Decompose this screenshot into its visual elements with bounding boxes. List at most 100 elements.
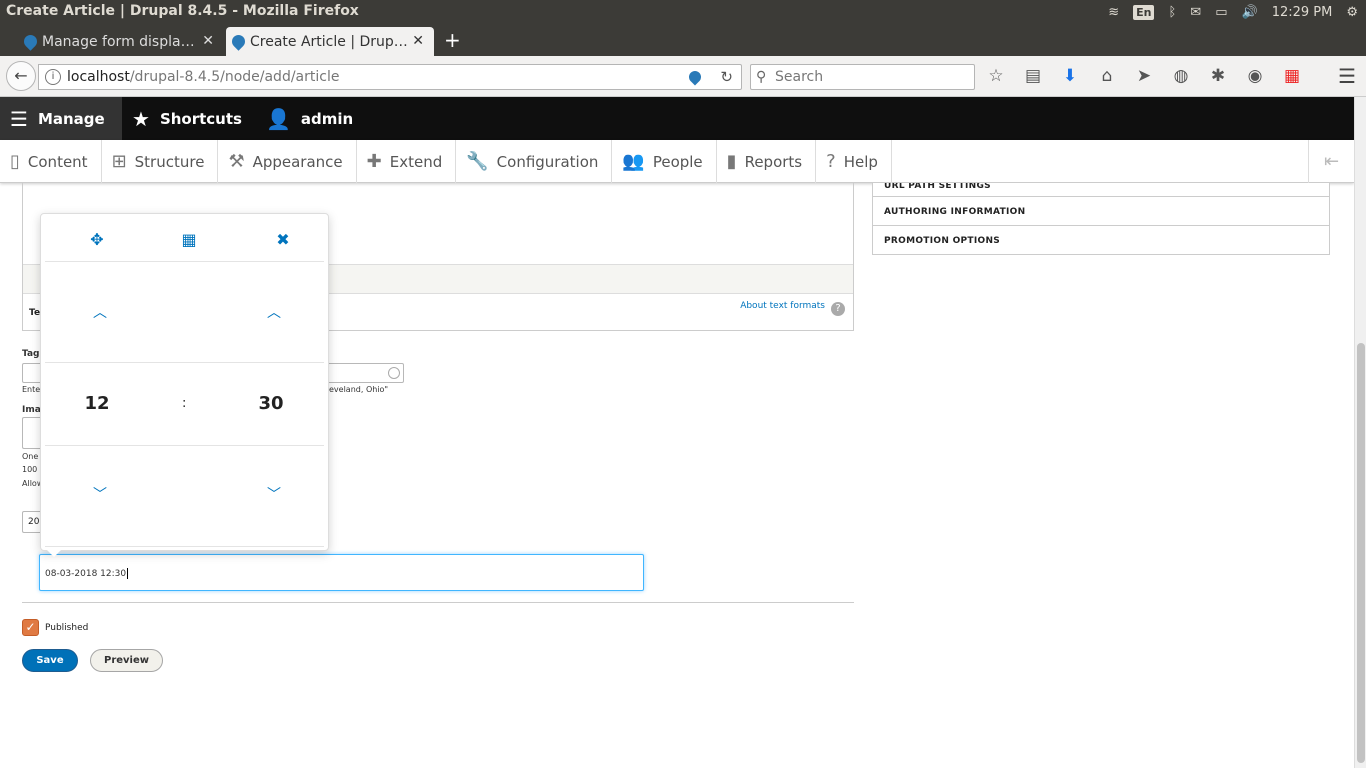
picker-increment-row: ︿ ︿ — [45, 262, 324, 363]
mail-icon[interactable]: ✉ — [1190, 5, 1201, 20]
preview-button[interactable]: Preview — [90, 649, 163, 672]
toolbar-manage-label: Manage — [37, 109, 105, 128]
toolbar-user-label: admin — [300, 109, 354, 128]
url-bar[interactable]: i localhost/drupal-8.4.5/node/add/articl… — [38, 64, 742, 90]
drupal-admin-menu: ▯ Content ⊞ Structure ⚒ Appearance ✚ Ext… — [0, 140, 1354, 183]
image-upload-button[interactable] — [22, 417, 42, 449]
paint-icon: ⚒ — [228, 151, 245, 172]
tab-create-article[interactable]: Create Article | Drup… ✕ — [226, 27, 434, 56]
battery-icon[interactable]: ▭ — [1215, 5, 1227, 20]
toolbar-shortcuts[interactable]: ★ Shortcuts — [122, 97, 254, 140]
home-icon[interactable]: ⌂ — [1097, 66, 1117, 86]
sidebar-item-promotion-options[interactable]: PROMOTION OPTIONS — [872, 226, 1330, 255]
menu-item-reports[interactable]: ▮ Reports — [717, 140, 817, 183]
chevron-down-icon[interactable]: ﹀ — [259, 484, 289, 504]
chevron-up-icon[interactable]: ︿ — [85, 302, 115, 322]
toolbar-manage[interactable]: ☰ Manage — [0, 97, 122, 140]
minute-value[interactable]: 30 — [251, 393, 291, 414]
todoist-icon[interactable]: ▦ — [1282, 66, 1302, 86]
globe-icon[interactable]: ◍ — [1171, 66, 1191, 86]
bluetooth-icon[interactable]: ᛒ — [1168, 5, 1176, 20]
toolbar-shortcuts-label: Shortcuts — [159, 109, 242, 128]
info-icon[interactable]: i — [45, 69, 61, 85]
published-label: Published — [45, 622, 89, 633]
search-placeholder: Search — [775, 69, 824, 85]
menu-item-configuration[interactable]: 🔧 Configuration — [456, 140, 613, 183]
menu-item-content[interactable]: ▯ Content — [0, 140, 102, 183]
menu-item-people[interactable]: 👥 People — [612, 140, 717, 183]
wifi-icon[interactable]: ≋ — [1108, 5, 1119, 20]
picker-decrement-row: ﹀ ﹀ — [45, 446, 324, 547]
chevron-up-icon[interactable]: ︿ — [259, 302, 289, 322]
date-field[interactable]: 20 — [22, 511, 42, 533]
menu-label: Help — [843, 152, 878, 171]
search-icon: ⚲ — [756, 69, 767, 85]
menu-label: Reports — [744, 152, 803, 171]
drupal-page-icon — [686, 68, 704, 86]
document-icon: ▯ — [10, 151, 20, 172]
help-icon: ? — [826, 151, 836, 172]
menu-item-appearance[interactable]: ⚒ Appearance — [218, 140, 357, 183]
gear-icon[interactable]: ⚙ — [1346, 5, 1358, 20]
close-icon[interactable]: ✕ — [412, 33, 424, 49]
star-icon: ★ — [132, 106, 150, 131]
structure-icon: ⊞ — [111, 151, 127, 172]
browser-toolbar-icons: ☆ ▤ ⬇ ⌂ ➤ ◍ ✱ ◉ ▦ — [986, 66, 1302, 86]
hamburger-icon: ☰ — [10, 106, 28, 131]
page-scrollbar[interactable] — [1354, 97, 1366, 768]
image-description-1: One — [22, 452, 39, 461]
bar-chart-icon: ▮ — [726, 151, 737, 172]
close-icon[interactable]: ✕ — [202, 33, 214, 49]
menu-label: Extend — [389, 152, 443, 171]
hamburger-menu-icon[interactable]: ☰ — [1338, 64, 1356, 88]
volume-icon[interactable]: 🔊 — [1242, 5, 1258, 20]
text-caret — [127, 568, 129, 579]
tab-manage-form-display[interactable]: Manage form displa… ✕ — [18, 27, 224, 56]
drupal-favicon-icon — [21, 32, 40, 51]
autocomplete-throbber-icon — [388, 367, 400, 379]
sidebar-item-authoring-information[interactable]: AUTHORING INFORMATION — [872, 197, 1330, 226]
image-label: Ima — [22, 405, 41, 415]
menu-label: Configuration — [496, 152, 599, 171]
keyboard-language[interactable]: En — [1133, 4, 1155, 20]
help-icon[interactable]: ? — [831, 302, 845, 316]
clock[interactable]: 12:29 PM — [1272, 5, 1333, 20]
download-icon[interactable]: ⬇ — [1060, 66, 1080, 86]
bookmark-star-icon[interactable]: ☆ — [986, 66, 1006, 86]
scrollbar-thumb[interactable] — [1357, 343, 1365, 763]
drupal-favicon-icon — [229, 32, 248, 51]
datetime-input[interactable]: 08-03-2018 12:30 — [39, 554, 644, 591]
calendar-icon[interactable]: ▦ — [174, 230, 204, 249]
send-icon[interactable]: ➤ — [1134, 66, 1154, 86]
picker-time-row: 12 : 30 — [45, 363, 324, 446]
published-checkbox[interactable]: ✓ — [22, 619, 39, 636]
chevron-down-icon[interactable]: ﹀ — [85, 484, 115, 504]
close-icon[interactable]: ✖ — [268, 230, 298, 249]
tab-bar: Manage form displa… ✕ Create Article | D… — [0, 24, 1366, 56]
menu-item-help[interactable]: ? Help — [816, 140, 892, 183]
toolbar-user[interactable]: 👤 admin — [256, 97, 366, 140]
reload-icon[interactable]: ↻ — [720, 65, 733, 89]
menu-label: Content — [27, 152, 88, 171]
crosshair-icon[interactable]: ✥ — [82, 230, 112, 249]
save-button[interactable]: Save — [22, 649, 78, 672]
published-checkbox-row[interactable]: ✓ Published — [22, 619, 88, 636]
back-button[interactable]: ← — [6, 61, 36, 91]
menu-item-extend[interactable]: ✚ Extend — [357, 140, 457, 183]
tags-label: Tag — [22, 349, 40, 359]
toolbar-orientation-toggle-icon[interactable]: ⇤ — [1308, 140, 1354, 183]
picker-header: ✥ ▦ ✖ — [45, 214, 324, 262]
menu-label: Structure — [134, 152, 205, 171]
menu-item-structure[interactable]: ⊞ Structure — [102, 140, 219, 183]
search-input[interactable]: ⚲ Search — [750, 64, 975, 90]
circle-extension-icon[interactable]: ◉ — [1245, 66, 1265, 86]
about-text-formats-link[interactable]: About text formats — [740, 301, 825, 311]
datetime-value: 08-03-2018 12:30 — [45, 569, 127, 579]
user-icon: 👤 — [266, 106, 291, 131]
sidebar-item-url-path-settings[interactable]: URL PATH SETTINGS — [872, 183, 1330, 197]
new-tab-button[interactable]: + — [444, 28, 461, 52]
extension-icon[interactable]: ✱ — [1208, 66, 1228, 86]
drupal-admin-toolbar: ☰ Manage ★ Shortcuts 👤 admin — [0, 97, 1354, 140]
hour-value[interactable]: 12 — [77, 393, 117, 414]
reading-list-icon[interactable]: ▤ — [1023, 66, 1043, 86]
